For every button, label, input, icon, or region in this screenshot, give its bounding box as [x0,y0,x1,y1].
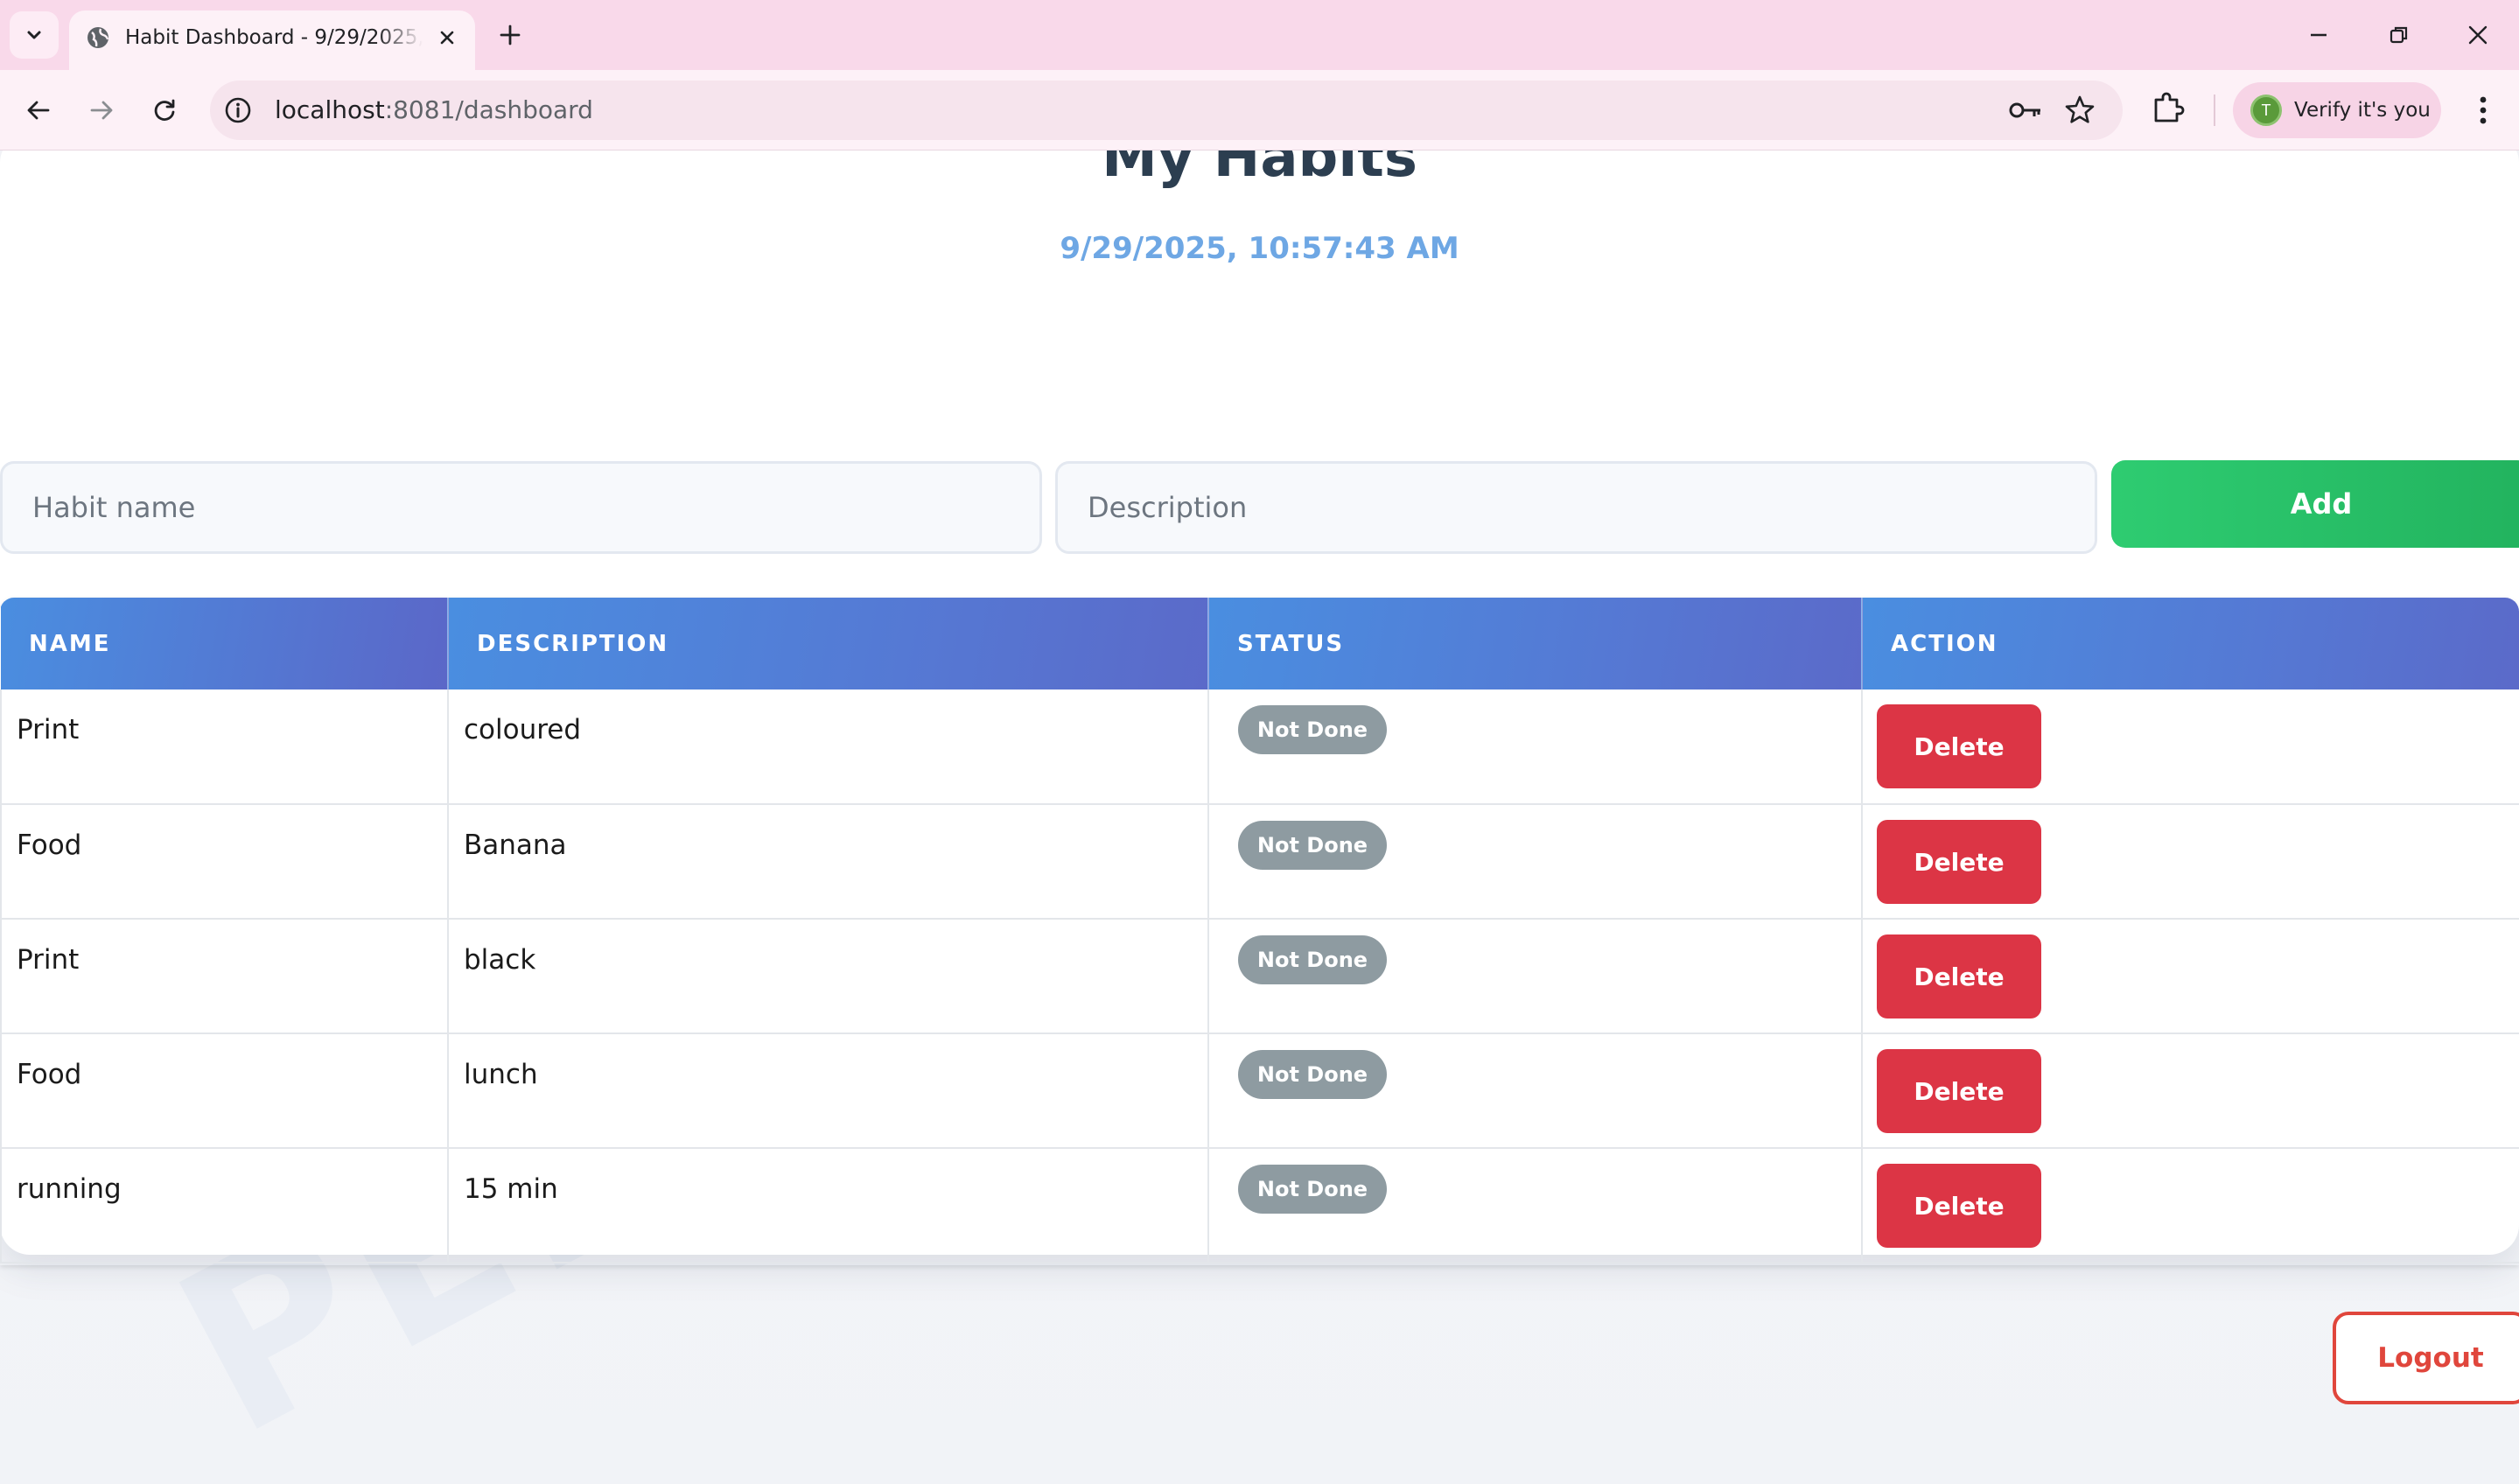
delete-button[interactable]: Delete [1877,1164,2041,1248]
reload-icon [154,99,175,121]
more-vertical-icon [2480,96,2487,124]
status-badge[interactable]: Not Done [1238,821,1387,870]
new-tab-button[interactable] [493,18,528,52]
column-header-name: NAME [1,598,449,690]
close-icon[interactable] [433,24,461,52]
address-bar[interactable]: localhost:8081/dashboard [210,80,2123,140]
browser-menu-button[interactable] [2466,89,2501,131]
action-cell: Delete [1861,1033,2519,1149]
password-key-icon[interactable] [2008,96,2043,128]
globe-icon [85,24,111,54]
delete-button[interactable]: Delete [1877,820,2041,904]
table-row: Food lunch Not Done Delete [0,1033,2519,1149]
table-row: Food Banana Not Done Delete [0,804,2519,920]
browser-tab[interactable]: Habit Dashboard - 9/29/2025, 10:57:43 AM [69,10,475,70]
status-cell: Not Done [1207,690,1863,805]
page-viewport: PERS My Habits 9/29/2025, 10:57:43 AM Ad… [0,150,2519,1484]
table-row: running 15 min Not Done Delete [0,1148,2519,1264]
plus-icon [500,24,521,46]
habit-name-cell: Food [0,1033,449,1149]
action-cell: Delete [1861,1148,2519,1264]
action-cell: Delete [1861,804,2519,920]
status-cell: Not Done [1207,804,1863,920]
current-datetime: 9/29/2025, 10:57:43 AM [1060,231,1459,266]
habit-name-cell: running [0,1148,449,1264]
habit-description-cell: black [447,919,1209,1034]
status-badge[interactable]: Not Done [1238,1165,1387,1214]
status-cell: Not Done [1207,1033,1863,1149]
dashboard-card: My Habits 9/29/2025, 10:57:43 AM Add NAM… [0,150,2519,1404]
url-host: localhost [275,95,385,124]
column-header-action: ACTION [1862,598,2519,690]
habit-name-cell: Print [0,690,449,805]
browser-toolbar: localhost:8081/dashboard T Verify it's y… [0,70,2519,150]
url-text: localhost:8081/dashboard [275,94,593,126]
tab-title: Habit Dashboard - 9/29/2025, 10:57:43 AM [125,26,423,49]
delete-button[interactable]: Delete [1877,1049,2041,1133]
minimize-button[interactable] [2292,16,2345,54]
page-title: My Habits [1102,150,1417,190]
forward-button[interactable] [80,89,122,131]
extensions-icon[interactable] [2149,89,2187,131]
restore-button[interactable] [2373,16,2425,54]
habit-description-cell: 15 min [447,1148,1209,1264]
tab-search-button[interactable] [10,11,59,59]
logout-button[interactable]: Logout [2333,1312,2519,1404]
status-badge[interactable]: Not Done [1238,935,1387,984]
status-cell: Not Done [1207,919,1863,1034]
reload-button[interactable] [143,89,185,131]
habits-table: NAME DESCRIPTION STATUS ACTION Print col… [0,598,2519,1265]
habit-description-cell: coloured [447,690,1209,805]
habit-name-cell: Food [0,804,449,920]
table-row: Print black Not Done Delete [0,919,2519,1034]
status-badge[interactable]: Not Done [1238,1050,1387,1099]
chevron-down-icon [27,31,41,39]
delete-button[interactable]: Delete [1877,704,2041,788]
back-button[interactable] [17,89,59,131]
minimize-icon [2311,33,2327,37]
status-badge[interactable]: Not Done [1238,705,1387,754]
close-icon [2468,25,2488,45]
url-path: :8081/dashboard [384,95,593,124]
table-row: Print coloured Not Done Delete [0,690,2519,805]
avatar: T [2250,94,2282,126]
browser-tab-bar: Habit Dashboard - 9/29/2025, 10:57:43 AM [0,0,2519,70]
column-header-status: STATUS [1208,598,1863,690]
verify-label: Verify it's you [2294,99,2431,122]
arrow-left-icon [27,101,50,120]
habit-name-cell: Print [0,919,449,1034]
habit-description-cell: Banana [447,804,1209,920]
column-header-description: DESCRIPTION [448,598,1209,690]
action-cell: Delete [1861,919,2519,1034]
habit-name-input[interactable] [0,461,1042,554]
add-habit-button[interactable]: Add [2111,460,2519,548]
habit-description-cell: lunch [447,1033,1209,1149]
restore-icon [2390,26,2408,44]
toolbar-divider [2214,94,2215,126]
star-icon[interactable] [2064,94,2096,130]
delete-button[interactable]: Delete [1877,934,2041,1018]
status-cell: Not Done [1207,1148,1863,1264]
description-input[interactable] [1055,461,2097,554]
table-header-row: NAME DESCRIPTION STATUS ACTION [1,598,2519,690]
action-cell: Delete [1861,690,2519,805]
close-window-button[interactable] [2452,16,2504,54]
verify-profile-button[interactable]: T Verify it's you [2233,82,2441,138]
arrow-right-icon [90,101,113,120]
info-icon[interactable] [223,95,253,129]
